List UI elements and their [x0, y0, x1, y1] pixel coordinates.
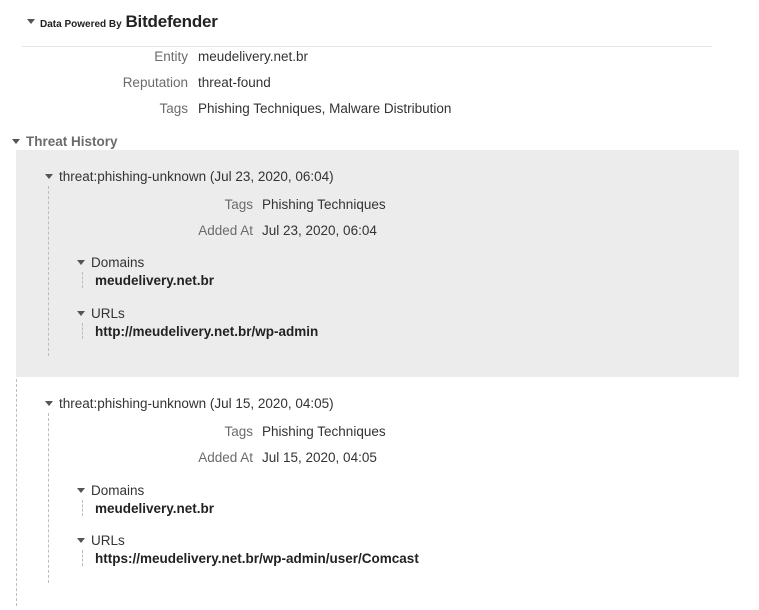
threat-item-2-domains-label[interactable]: Domains: [91, 483, 144, 498]
threat-item-1-urls-toggle-icon[interactable]: [77, 311, 85, 316]
threat-item-2-toggle-icon[interactable]: [45, 401, 53, 406]
threat-item-1-tags-value: Phishing Techniques: [262, 197, 386, 212]
threat-item-2-added-label: Added At: [198, 450, 253, 465]
threat-item-1-tags-label: Tags: [224, 197, 253, 212]
threat-item-1-title[interactable]: threat:phishing-unknown (Jul 23, 2020, 0…: [59, 169, 334, 184]
threat-item-2-domains-toggle-icon[interactable]: [77, 488, 85, 493]
reputation-value: threat-found: [198, 75, 271, 90]
threat-item-1-domains-label[interactable]: Domains: [91, 255, 144, 270]
threat-item-2-domains-guide-line: [82, 500, 83, 516]
threat-item-2-urls-toggle-icon[interactable]: [77, 538, 85, 543]
threat-item-2-urls-value: https://meudelivery.net.br/wp-admin/user…: [95, 551, 419, 566]
threat-item-1-toggle-icon[interactable]: [45, 174, 53, 179]
entity-label: Entity: [154, 49, 188, 64]
reputation-label: Reputation: [122, 75, 188, 90]
threat-item-2-added-value: Jul 15, 2020, 04:05: [262, 450, 377, 465]
tags-label: Tags: [159, 101, 188, 116]
threat-item-2-tags-value: Phishing Techniques: [262, 424, 386, 439]
threat-item-1-urls-label[interactable]: URLs: [91, 306, 125, 321]
threat-item-1-domains-toggle-icon[interactable]: [77, 260, 85, 265]
bitdefender-logo: Bitdefender: [125, 12, 218, 31]
threat-item-2-urls-label[interactable]: URLs: [91, 533, 125, 548]
threat-history-title[interactable]: Threat History: [26, 134, 118, 149]
threat-item-2-urls-guide-line: [82, 550, 83, 566]
threat-history-toggle-icon[interactable]: [12, 139, 20, 144]
threat-item-1-guide-line: [48, 186, 49, 356]
threat-item-2-tags-label: Tags: [224, 424, 253, 439]
threat-item-2-domains-value: meudelivery.net.br: [95, 501, 215, 516]
powered-by-label: Data Powered By: [40, 19, 122, 30]
threat-item-1-domains-guide-line: [82, 272, 83, 288]
threat-item-1-added-value: Jul 23, 2020, 06:04: [262, 223, 377, 238]
powered-by-header: Data Powered By Bitdefender: [40, 12, 218, 32]
threat-item-1-domains-value: meudelivery.net.br: [95, 273, 215, 288]
threat-item-2-guide-line: [48, 413, 49, 583]
collapse-triangle-icon[interactable]: [27, 19, 35, 24]
tags-value: Phishing Techniques, Malware Distributio…: [198, 101, 452, 116]
header-divider: [22, 46, 712, 47]
threat-item-2-title[interactable]: threat:phishing-unknown (Jul 15, 2020, 0…: [59, 396, 334, 411]
entity-value: meudelivery.net.br: [198, 49, 309, 64]
threat-item-1-added-label: Added At: [198, 223, 253, 238]
threat-item-1-urls-guide-line: [82, 323, 83, 339]
threat-item-1-urls-value: http://meudelivery.net.br/wp-admin: [95, 324, 319, 339]
